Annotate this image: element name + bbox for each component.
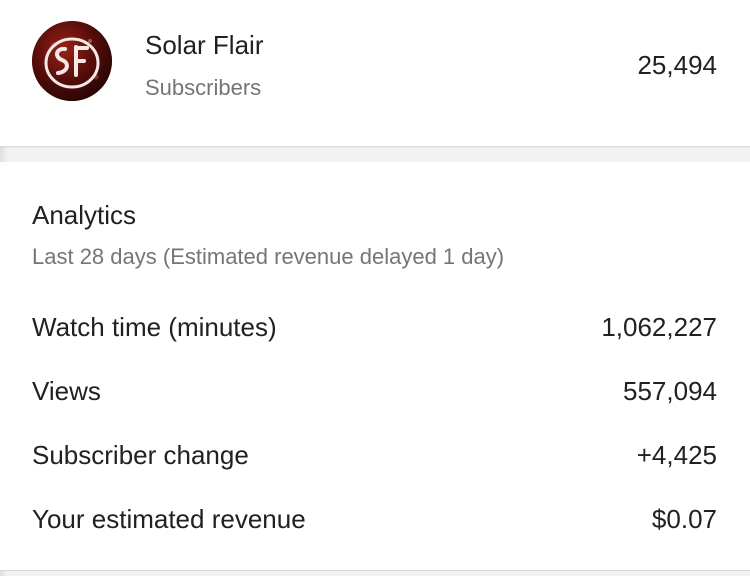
subscribers-count: 25,494 (637, 50, 717, 80)
metric-row-estimated-revenue[interactable]: Your estimated revenue $0.07 (32, 504, 717, 538)
metric-value: 557,094 (623, 376, 717, 406)
channel-avatar[interactable] (32, 21, 112, 101)
metric-value: $0.07 (651, 504, 717, 534)
metric-value: +4,425 (636, 440, 717, 470)
metric-value: 1,062,227 (601, 312, 717, 342)
metric-row-watch-time[interactable]: Watch time (minutes) 1,062,227 (32, 312, 717, 346)
metric-label: Subscriber change (32, 440, 249, 470)
sf-logo-icon (32, 21, 112, 101)
metric-row-views[interactable]: Views 557,094 (32, 376, 717, 410)
analytics-title: Analytics (32, 200, 137, 230)
subscribers-label: Subscribers (145, 75, 262, 100)
analytics-period-note: Last 28 days (Estimated revenue delayed … (32, 244, 505, 269)
channel-card[interactable]: Solar Flair Subscribers 25,494 (0, 0, 750, 147)
metric-label: Watch time (minutes) (32, 312, 277, 342)
metric-label: Your estimated revenue (32, 504, 306, 534)
channel-name[interactable]: Solar Flair (145, 30, 263, 61)
metric-row-subscriber-change[interactable]: Subscriber change +4,425 (32, 440, 717, 474)
metric-label: Views (32, 376, 101, 406)
analytics-card[interactable]: Analytics Last 28 days (Estimated revenu… (0, 162, 750, 571)
